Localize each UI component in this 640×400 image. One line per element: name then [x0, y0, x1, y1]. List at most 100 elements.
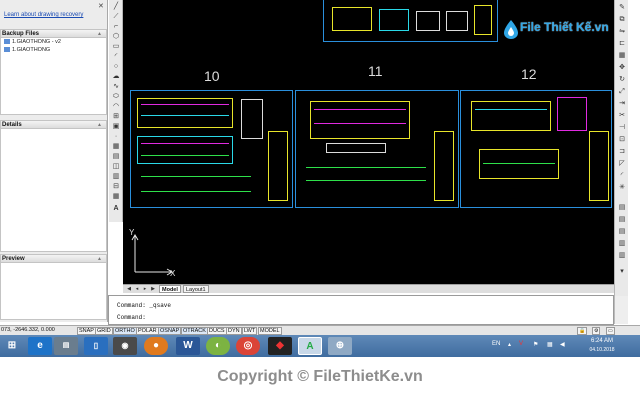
insert-block-icon[interactable]: ⊞ [112, 113, 120, 121]
region-icon[interactable]: ◫ [112, 163, 120, 171]
join-icon[interactable]: ⊐ [618, 148, 626, 156]
collapse-icon[interactable]: ▲ [97, 121, 102, 129]
ortho-toggle[interactable]: ORTHO [113, 327, 137, 335]
layer-icon[interactable]: ▤ [618, 216, 626, 224]
explode-icon[interactable]: ✳ [618, 184, 626, 192]
line-tool-icon[interactable]: ╱ [112, 3, 120, 11]
drawing-sheet-10[interactable] [130, 90, 293, 208]
grid-toggle[interactable]: GRID [95, 327, 113, 335]
model-toggle[interactable]: MODEL [258, 327, 282, 335]
extend-icon[interactable]: ⊣ [618, 124, 626, 132]
table-icon[interactable]: ⊟ [112, 183, 120, 191]
drawing-sheet-12[interactable] [460, 90, 612, 208]
clock-time[interactable]: 6:24 AM [582, 338, 622, 344]
gradient-icon[interactable]: ▤ [112, 153, 120, 161]
network-icon[interactable]: ▦ [547, 341, 553, 348]
collapse-icon[interactable]: ▲ [97, 30, 102, 38]
backup-file-item[interactable]: 1.GIAOTHONG - v2 [1, 38, 106, 46]
last-tab-icon[interactable]: ▶ [150, 286, 156, 292]
first-tab-icon[interactable]: ◀ [126, 286, 132, 292]
snap-toggle[interactable]: SNAP [77, 327, 96, 335]
ducs-toggle[interactable]: DUCS [207, 327, 227, 335]
otrack-toggle[interactable]: OTRACK [181, 327, 208, 335]
notes-icon[interactable]: ▯ [84, 337, 108, 355]
camera-icon[interactable]: ◉ [113, 337, 137, 355]
revcloud-icon[interactable]: ☁ [112, 73, 120, 81]
settings-icon[interactable]: ⚙ [592, 327, 601, 335]
tray-expand-icon[interactable]: ▴ [508, 341, 511, 348]
chrome-icon[interactable]: ◎ [236, 337, 260, 355]
arc-icon[interactable]: ◜ [112, 53, 120, 61]
app-icon[interactable]: ▤ [54, 337, 78, 355]
android-icon[interactable]: ◐ [206, 337, 230, 355]
dyn-toggle[interactable]: DYN [226, 327, 242, 335]
rectangle-icon[interactable]: ▭ [112, 43, 120, 51]
backup-file-item[interactable]: 1.GIAOTHONG [1, 46, 106, 54]
tab-model[interactable]: Model [159, 285, 181, 293]
backup-files-header[interactable]: Backup Files ▲ [1, 30, 106, 38]
app3-icon[interactable]: ⊕ [328, 337, 352, 355]
autocad-icon[interactable]: A [298, 337, 322, 355]
language-indicator[interactable]: EN [492, 341, 500, 347]
layer-icon[interactable]: ▤ [618, 228, 626, 236]
erase-icon[interactable]: ✎ [618, 4, 626, 12]
prev-tab-icon[interactable]: ◂ [134, 286, 140, 292]
hatch-icon[interactable]: ▦ [112, 143, 120, 151]
osnap-toggle[interactable]: OSNAP [158, 327, 182, 335]
table-icon[interactable]: ▥ [112, 173, 120, 181]
make-block-icon[interactable]: ▣ [112, 123, 120, 131]
lock-icon[interactable]: 🔒 [577, 327, 588, 335]
properties-icon[interactable]: ▥ [618, 240, 626, 248]
drawing-sheet-11[interactable] [295, 90, 459, 208]
word-icon[interactable]: W [176, 337, 200, 355]
start-icon[interactable]: ⊞ [2, 337, 22, 355]
lwt-toggle[interactable]: LWT [242, 327, 258, 335]
volume-icon[interactable]: ◀ [560, 341, 565, 348]
ellipse-arc-icon[interactable]: ◠ [112, 103, 120, 111]
preview-header[interactable]: Preview ▲ [1, 255, 106, 263]
ellipse-icon[interactable]: ⬭ [112, 93, 120, 101]
polygon-icon[interactable]: ⬡ [112, 33, 120, 41]
tray-app-icon[interactable]: V [519, 341, 523, 347]
collapse-icon[interactable]: ▲ [97, 255, 102, 263]
properties-icon[interactable]: ▥ [618, 252, 626, 260]
command-scrollbar[interactable] [614, 296, 628, 324]
tab-layout1[interactable]: Layout1 [183, 285, 209, 293]
move-icon[interactable]: ✥ [618, 64, 626, 72]
firefox-icon[interactable]: ● [144, 337, 168, 355]
construction-line-icon[interactable]: ⟋ [112, 13, 120, 21]
section-view [479, 149, 559, 179]
array-icon[interactable]: ▦ [618, 52, 626, 60]
trim-icon[interactable]: ✂ [618, 112, 626, 120]
details-header[interactable]: Details ▲ [1, 121, 106, 129]
model-space-canvas[interactable]: 10 11 12 Y X [123, 0, 614, 284]
scroll-down-icon[interactable]: ▾ [618, 268, 626, 276]
command-input-line[interactable]: Command: [117, 314, 146, 321]
layer-icon[interactable]: ▤ [618, 204, 626, 212]
chamfer-icon[interactable]: ◸ [618, 160, 626, 168]
break-icon[interactable]: ⊡ [618, 136, 626, 144]
point-icon[interactable]: · [112, 133, 120, 141]
recovery-help-link[interactable]: Learn about drawing recovery [4, 12, 83, 18]
clean-screen-icon[interactable]: ▭ [606, 327, 615, 335]
polar-toggle[interactable]: POLAR [136, 327, 159, 335]
multiline-text-icon[interactable]: A [112, 205, 120, 213]
polyline-icon[interactable]: ⌐ [112, 23, 120, 31]
ie-icon[interactable]: e [28, 337, 52, 355]
clock-date[interactable]: 04.10.2018 [582, 347, 622, 353]
close-icon[interactable]: ✕ [98, 2, 104, 10]
grid-icon[interactable]: ▦ [112, 193, 120, 201]
flag-icon[interactable]: ⚑ [533, 341, 538, 348]
next-tab-icon[interactable]: ▸ [142, 286, 148, 292]
command-window[interactable]: Command: _qsave Command: [108, 295, 614, 325]
app2-icon[interactable]: ◆ [268, 337, 292, 355]
mirror-icon[interactable]: ⇋ [618, 28, 626, 36]
copy-icon[interactable]: ⧉ [618, 16, 626, 24]
circle-icon[interactable]: ○ [112, 63, 120, 71]
stretch-icon[interactable]: ⇥ [618, 100, 626, 108]
rotate-icon[interactable]: ↻ [618, 76, 626, 84]
offset-icon[interactable]: ⊏ [618, 40, 626, 48]
scale-icon[interactable]: ⤢ [618, 88, 626, 96]
fillet-icon[interactable]: ◜ [618, 172, 626, 180]
spline-icon[interactable]: ∿ [112, 83, 120, 91]
